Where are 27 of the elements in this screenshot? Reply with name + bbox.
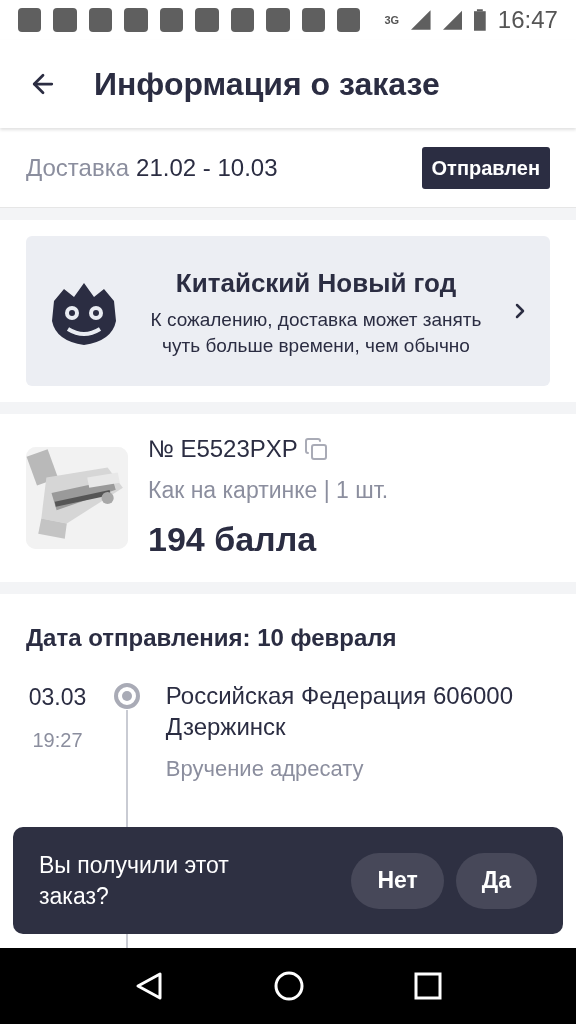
page-title: Информация о заказе — [94, 65, 440, 104]
order-number: № E5523PXP — [148, 434, 298, 465]
product-variant: Как на картинке | 1 шт. — [148, 476, 389, 506]
signal-icon — [442, 10, 463, 30]
notice-title: Китайский Новый год — [175, 266, 457, 300]
status-badge: Отправлен — [421, 146, 550, 189]
answer-button[interactable]: Да — [455, 852, 537, 909]
event-status: Вручение адресату — [165, 755, 365, 783]
shipping-date-heading: Дата отправления: 10 февраля — [26, 624, 397, 651]
signal-icon — [411, 10, 431, 30]
notice-text: К сожалению, доставка может занять чуть больше времени, чем обычно — [149, 307, 483, 358]
event-date: 03.03 — [28, 683, 87, 712]
recents-nav-icon[interactable] — [413, 972, 442, 1000]
delivery-label: Доставка — [26, 152, 130, 183]
snackbar-question: Вы получили этот заказ? — [39, 850, 230, 911]
event-time: 19:27 — [32, 727, 83, 753]
delivery-dates: 21.02 - 10.03 — [136, 152, 278, 183]
clock: 16:47 — [497, 5, 558, 35]
network-type: 3G — [384, 12, 400, 28]
timeline-dot-icon — [113, 682, 142, 710]
event-place: Российская Федерация 606000 Дзержинск — [165, 681, 515, 742]
back-nav-icon[interactable] — [134, 971, 165, 1001]
answer-button[interactable]: Нет — [351, 852, 444, 909]
battery-icon — [474, 9, 486, 31]
product-price: 194 балла — [148, 518, 318, 560]
home-nav-icon[interactable] — [273, 970, 305, 1002]
notice-card[interactable]: Китайский Новый год К сожалению, доставка может занять чуть больше времени, чем обычно — [26, 236, 550, 386]
